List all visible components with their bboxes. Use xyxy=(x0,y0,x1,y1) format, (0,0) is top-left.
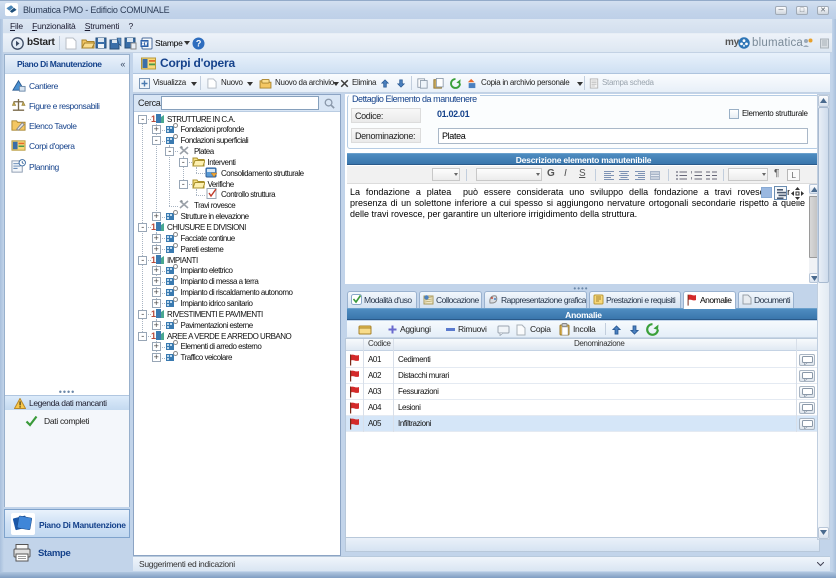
svg-text:1: 1 xyxy=(151,331,156,341)
svg-text:?: ? xyxy=(196,39,201,49)
svg-text:1: 1 xyxy=(151,309,156,319)
svg-text:1: 1 xyxy=(151,222,156,232)
svg-text:1: 1 xyxy=(151,114,156,124)
svg-text:1: 1 xyxy=(151,255,156,265)
